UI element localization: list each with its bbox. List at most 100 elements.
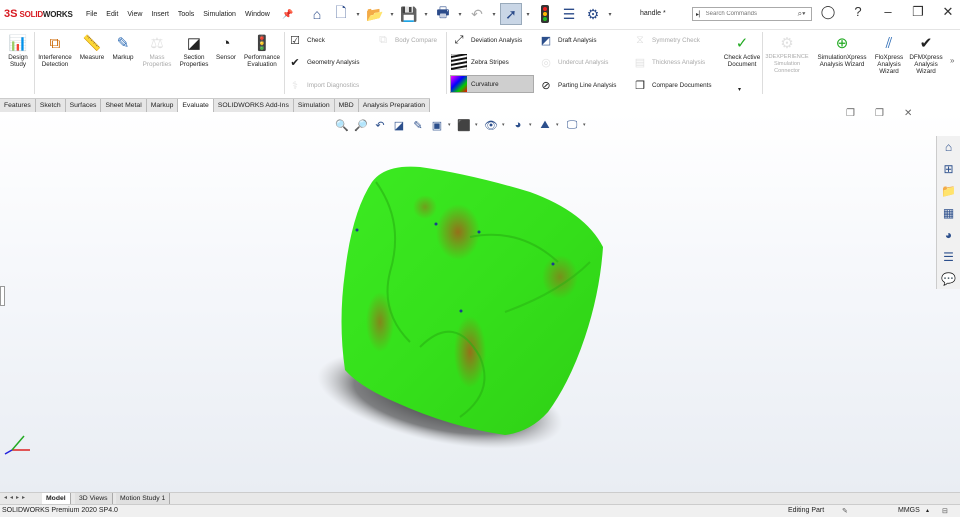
- dfmxpress-button[interactable]: ✔ DFMXpress Analysis Wizard: [906, 32, 946, 76]
- select-dropdown-icon[interactable]: ▾: [524, 11, 532, 18]
- floxpress-button[interactable]: ⫽ FloXpress Analysis Wizard: [872, 32, 906, 76]
- options-dropdown-icon[interactable]: ▾: [606, 11, 614, 18]
- mass-properties-button[interactable]: ⚖ Mass Properties: [140, 32, 174, 69]
- menu-tools[interactable]: Tools: [178, 11, 194, 18]
- appearances-scenes-icon[interactable]: ◕: [937, 224, 960, 245]
- undo-dropdown-icon[interactable]: ▾: [490, 11, 498, 18]
- tab-sheet-metal[interactable]: Sheet Metal: [101, 99, 147, 113]
- check-active-dropdown-icon[interactable]: ▾: [738, 86, 741, 93]
- compare-documents-button[interactable]: ❐ Compare Documents: [632, 76, 712, 94]
- new-dropdown-icon[interactable]: ▾: [354, 11, 362, 18]
- menu-edit[interactable]: Edit: [106, 11, 118, 18]
- search-scope-icon[interactable]: ▸▏: [696, 11, 704, 18]
- tab-mbd[interactable]: MBD: [334, 99, 359, 113]
- menu-window[interactable]: Window: [245, 11, 270, 18]
- save-dropdown-icon[interactable]: ▾: [422, 11, 430, 18]
- ribbon-overflow-icon[interactable]: »: [950, 56, 954, 65]
- custom-properties-icon[interactable]: ☰: [937, 246, 960, 267]
- draft-analysis-button[interactable]: ◩ Draft Analysis: [538, 31, 597, 49]
- rebuild-icon[interactable]: ✎: [842, 507, 848, 515]
- curvature-button[interactable]: Curvature: [450, 75, 534, 93]
- new-document-icon[interactable]: 🗋: [330, 3, 352, 25]
- tab-scroll-arrows-icon[interactable]: ◂◂▸▸: [4, 494, 28, 501]
- minimize-icon[interactable]: –: [880, 4, 896, 20]
- thickness-analysis-label: Thickness Analysis: [652, 58, 706, 66]
- menu-view[interactable]: View: [127, 11, 142, 18]
- markup-button[interactable]: ✎ Markup: [108, 32, 138, 62]
- 3dexperience-connector-button[interactable]: ⚙ 3DEXPERIENCE Simulation Connector: [763, 32, 811, 75]
- solidworks-window: 3S SOLIDWORKS File Edit View Insert Tool…: [0, 0, 960, 517]
- units-selector[interactable]: MMGS: [898, 507, 920, 514]
- check-active-document-icon: ✓: [735, 34, 749, 52]
- dfmxpress-label: DFMXpress Analysis Wizard: [909, 54, 943, 75]
- deviation-analysis-button[interactable]: ⤢ Deviation Analysis: [451, 31, 523, 49]
- file-explorer-icon[interactable]: 📁: [937, 180, 960, 201]
- geometry-analysis-button[interactable]: ✔ Geometry Analysis: [287, 53, 359, 71]
- close-icon[interactable]: ✕: [940, 4, 956, 20]
- tab-analysis-preparation[interactable]: Analysis Preparation: [358, 99, 431, 113]
- sensor-button[interactable]: ◔ Sensor: [212, 32, 240, 62]
- select-cursor-icon[interactable]: ➚: [500, 3, 522, 25]
- curvature-hotspot: [454, 316, 486, 388]
- print-dropdown-icon[interactable]: ▾: [456, 11, 464, 18]
- quick-access-toolbar: ⌂ 🗋 ▾ 📂 ▾ 💾 ▾ 🖶 ▾ ↶ ▾ ➚ ▾ ☰ ⚙ ▾: [306, 3, 614, 25]
- forum-icon[interactable]: 💬: [937, 268, 960, 289]
- menu-simulation[interactable]: Simulation: [203, 11, 236, 18]
- parting-line-analysis-button[interactable]: ⊘ Parting Line Analysis: [538, 76, 616, 94]
- pin-icon[interactable]: 📌: [282, 9, 293, 20]
- options-gear-icon[interactable]: ⚙: [582, 3, 604, 25]
- solidworks-resources-home-icon[interactable]: ⌂: [937, 136, 960, 157]
- 3dexperience-connector-icon: ⚙: [780, 34, 794, 52]
- compare-documents-label: Compare Documents: [652, 81, 712, 89]
- measure-button[interactable]: 📏 Measure: [77, 32, 107, 62]
- window-controls: ◯ ? – ❐ ✕: [820, 4, 956, 20]
- tab-evaluate[interactable]: Evaluate: [178, 99, 214, 113]
- sensor-label: Sensor: [216, 54, 236, 61]
- tab-markup[interactable]: Markup: [146, 99, 179, 113]
- tab-sketch[interactable]: Sketch: [35, 99, 66, 113]
- graphics-area[interactable]: 🔍 🔎 ↶ ◪ ✎ ▣▾ ⬛▾ 👁▾ ◕▾ ⛰▾ 🖵▾ ❐ ❐ ✕: [0, 108, 960, 492]
- section-properties-button[interactable]: ◪ Section Properties: [176, 32, 212, 69]
- home-icon[interactable]: ⌂: [306, 3, 328, 25]
- symmetry-check-button[interactable]: ⧖ Symmetry Check: [632, 31, 700, 49]
- check-button[interactable]: ☑ Check: [287, 31, 325, 49]
- print-icon[interactable]: 🖶: [432, 3, 454, 25]
- status-options-icon[interactable]: ⊟: [942, 507, 948, 515]
- search-commands-box[interactable]: ▸▏ ⌕▾: [692, 7, 812, 21]
- file-properties-icon[interactable]: ☰: [558, 3, 580, 25]
- menu-insert[interactable]: Insert: [151, 11, 169, 18]
- undo-icon[interactable]: ↶: [466, 3, 488, 25]
- menu-file[interactable]: File: [86, 11, 97, 18]
- solidworks-logo[interactable]: 3S SOLIDWORKS: [4, 8, 73, 20]
- import-diagnostics-button[interactable]: ⚕ Import Diagnostics: [287, 76, 359, 94]
- body-compare-button[interactable]: ⧉ Body Compare: [375, 31, 437, 49]
- open-dropdown-icon[interactable]: ▾: [388, 11, 396, 18]
- tab-features[interactable]: Features: [0, 99, 36, 113]
- design-library-icon[interactable]: ⊞: [937, 158, 960, 179]
- undercut-analysis-button[interactable]: ◎ Undercut Analysis: [538, 53, 608, 71]
- search-input[interactable]: [705, 11, 792, 17]
- rebuild-traffic-light-icon[interactable]: [534, 3, 556, 25]
- help-icon[interactable]: ?: [850, 4, 866, 20]
- units-dropdown-icon[interactable]: ▴: [926, 507, 929, 514]
- tab-solidworks-add-ins[interactable]: SOLIDWORKS Add-Ins: [213, 99, 294, 113]
- zebra-stripes-button[interactable]: Zebra Stripes: [451, 53, 509, 71]
- check-label: Check: [307, 36, 325, 44]
- performance-evaluation-button[interactable]: 🚦 Performance Evaluation: [240, 32, 284, 69]
- open-icon[interactable]: 📂: [364, 3, 386, 25]
- thickness-analysis-button[interactable]: ▤ Thickness Analysis: [632, 53, 705, 71]
- search-icon[interactable]: ⌕▾: [798, 9, 806, 19]
- tab-surfaces[interactable]: Surfaces: [65, 99, 102, 113]
- tab-simulation[interactable]: Simulation: [293, 99, 335, 113]
- simulationxpress-button[interactable]: ⊕ SimulationXpress Analysis Wizard: [813, 32, 871, 69]
- save-icon[interactable]: 💾: [398, 3, 420, 25]
- view-palette-icon[interactable]: ▦: [937, 202, 960, 223]
- thickness-analysis-icon: ▤: [634, 56, 646, 69]
- check-active-document-button[interactable]: ✓ Check Active Document: [722, 32, 762, 69]
- model-curvature-display[interactable]: [0, 112, 960, 492]
- feature-manager-flyout-handle[interactable]: [0, 286, 5, 306]
- design-study-button[interactable]: 📊 Design Study: [3, 32, 33, 69]
- restore-icon[interactable]: ❐: [910, 4, 926, 20]
- interference-detection-button[interactable]: ⧉ Interference Detection: [36, 32, 74, 69]
- user-account-icon[interactable]: ◯: [820, 4, 836, 20]
